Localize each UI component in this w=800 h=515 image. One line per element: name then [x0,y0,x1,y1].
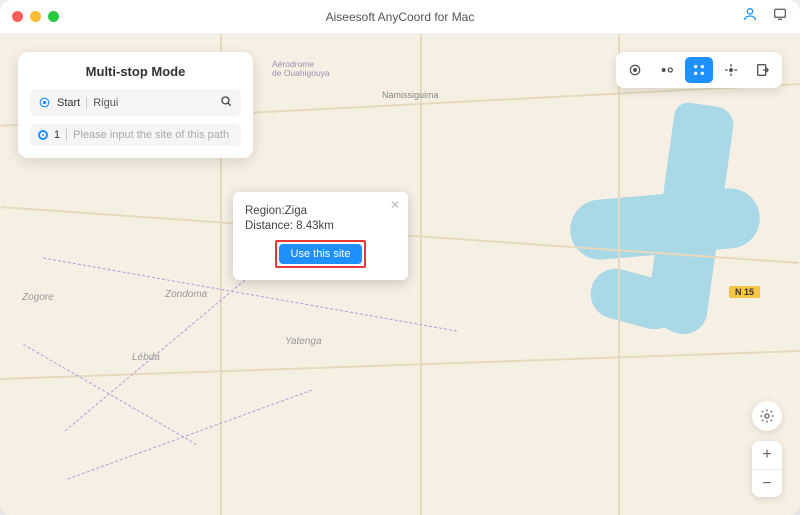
region-label: Region: [245,205,285,217]
distance-label: Distance: [245,220,293,232]
titlebar: Aiseesoft AnyCoord for Mac [0,0,800,34]
start-input-row[interactable]: Start Rigui [30,89,241,116]
road-badge-n15: N 15 [729,286,760,298]
panel-title: Multi-stop Mode [30,64,241,79]
region-value: Ziga [285,205,307,217]
divider [66,129,67,141]
map-label-aerodrome-line2: de Ouahigouya [272,68,330,78]
fullscreen-icon[interactable] [772,6,788,27]
location-popup: ✕ Region:Ziga Distance: 8.43km Use this … [233,192,408,280]
maximize-window-button[interactable] [48,11,59,22]
joystick-mode-button[interactable] [717,57,745,83]
stop-placeholder[interactable]: Please input the site of this path [73,129,233,141]
zoom-in-button[interactable]: + [752,441,782,469]
map-label-namissiguima: Namissiguima [382,90,439,100]
search-icon[interactable] [219,94,233,111]
divider [86,97,87,109]
map-canvas[interactable]: Namissiguima Zogore Zondoma Lébda Yateng… [0,34,800,515]
close-window-button[interactable] [12,11,23,22]
map-label-aerodrome: Aérodrome de Ouahigouya [272,60,330,79]
one-stop-mode-button[interactable] [653,57,681,83]
account-icon[interactable] [742,6,758,27]
app-window: Aiseesoft AnyCoord for Mac Namissig [0,0,800,515]
use-this-site-button[interactable]: Use this site [279,244,363,264]
highlight-annotation: Use this site [275,240,367,268]
minimize-window-button[interactable] [30,11,41,22]
popup-region-line: Region:Ziga [245,205,396,217]
multi-stop-mode-button[interactable] [685,57,713,83]
popup-distance-line: Distance: 8.43km [245,220,396,232]
window-controls [12,11,59,22]
window-title: Aiseesoft AnyCoord for Mac [0,10,800,24]
map-label-zondoma: Zondoma [165,289,207,300]
zoom-controls: + − [752,441,782,497]
close-icon[interactable]: ✕ [390,198,400,212]
stop-radio-icon [38,130,48,140]
map-label-yatenga: Yatenga [285,336,322,347]
stop-number: 1 [54,129,60,141]
start-label: Start [57,97,80,109]
multi-stop-panel: Multi-stop Mode Start Rigui 1 Please inp… [18,52,253,158]
start-marker-icon [38,96,51,109]
modify-location-button[interactable] [621,57,649,83]
zoom-out-button[interactable]: − [752,469,782,497]
settings-button[interactable] [752,401,782,431]
map-label-lebda: Lébda [132,352,160,363]
distance-value: 8.43km [296,220,334,232]
map-label-zogore: Zogore [22,292,54,303]
corner-controls: + − [752,401,782,497]
stop-input-row[interactable]: 1 Please input the site of this path [30,124,241,146]
start-value[interactable]: Rigui [93,97,213,109]
export-button[interactable] [749,57,777,83]
mode-toolbar [616,52,782,88]
